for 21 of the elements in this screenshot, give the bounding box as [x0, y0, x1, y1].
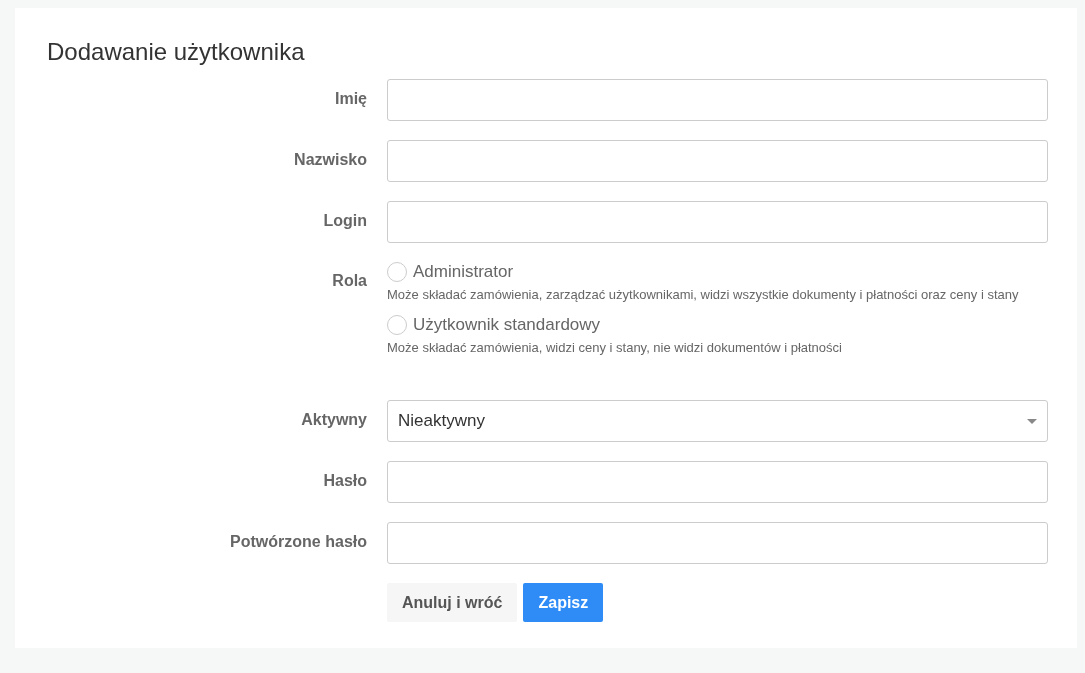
cancel-button[interactable]: Anuluj i wróć: [387, 583, 518, 623]
field-label: Potwórzone hasło: [229, 532, 367, 552]
role-description: Może składać zamówienia, widzi ceny i stany, nie widzi dokumentów i płatności: [387, 338, 843, 357]
text-field[interactable]: [387, 522, 1048, 565]
text-field[interactable]: [387, 78, 1048, 121]
radio-label[interactable]: Administrator: [413, 261, 514, 282]
field-label: Nazwisko: [293, 149, 367, 169]
page-title: Dodawanie użytkownika: [47, 38, 306, 67]
radio-label[interactable]: Użytkownik standardowy: [413, 314, 601, 335]
field-label: Rola: [331, 270, 367, 290]
field-label: Aktywny: [300, 410, 367, 430]
save-button[interactable]: Zapisz: [523, 583, 604, 623]
select-field[interactable]: Nieaktywny: [387, 400, 1048, 443]
role-description: Może składać zamówienia, zarządzać użytkownikami, widzi wszystkie dokumenty i płatności oraz ceny i stany: [387, 285, 1020, 304]
field-label: Imię: [334, 88, 367, 108]
text-field[interactable]: [387, 139, 1048, 182]
caret-icon: [1027, 419, 1037, 424]
field-label: Hasło: [322, 471, 367, 491]
text-field[interactable]: [387, 461, 1048, 504]
text-field[interactable]: [387, 200, 1048, 243]
field-label: Login: [322, 210, 367, 230]
